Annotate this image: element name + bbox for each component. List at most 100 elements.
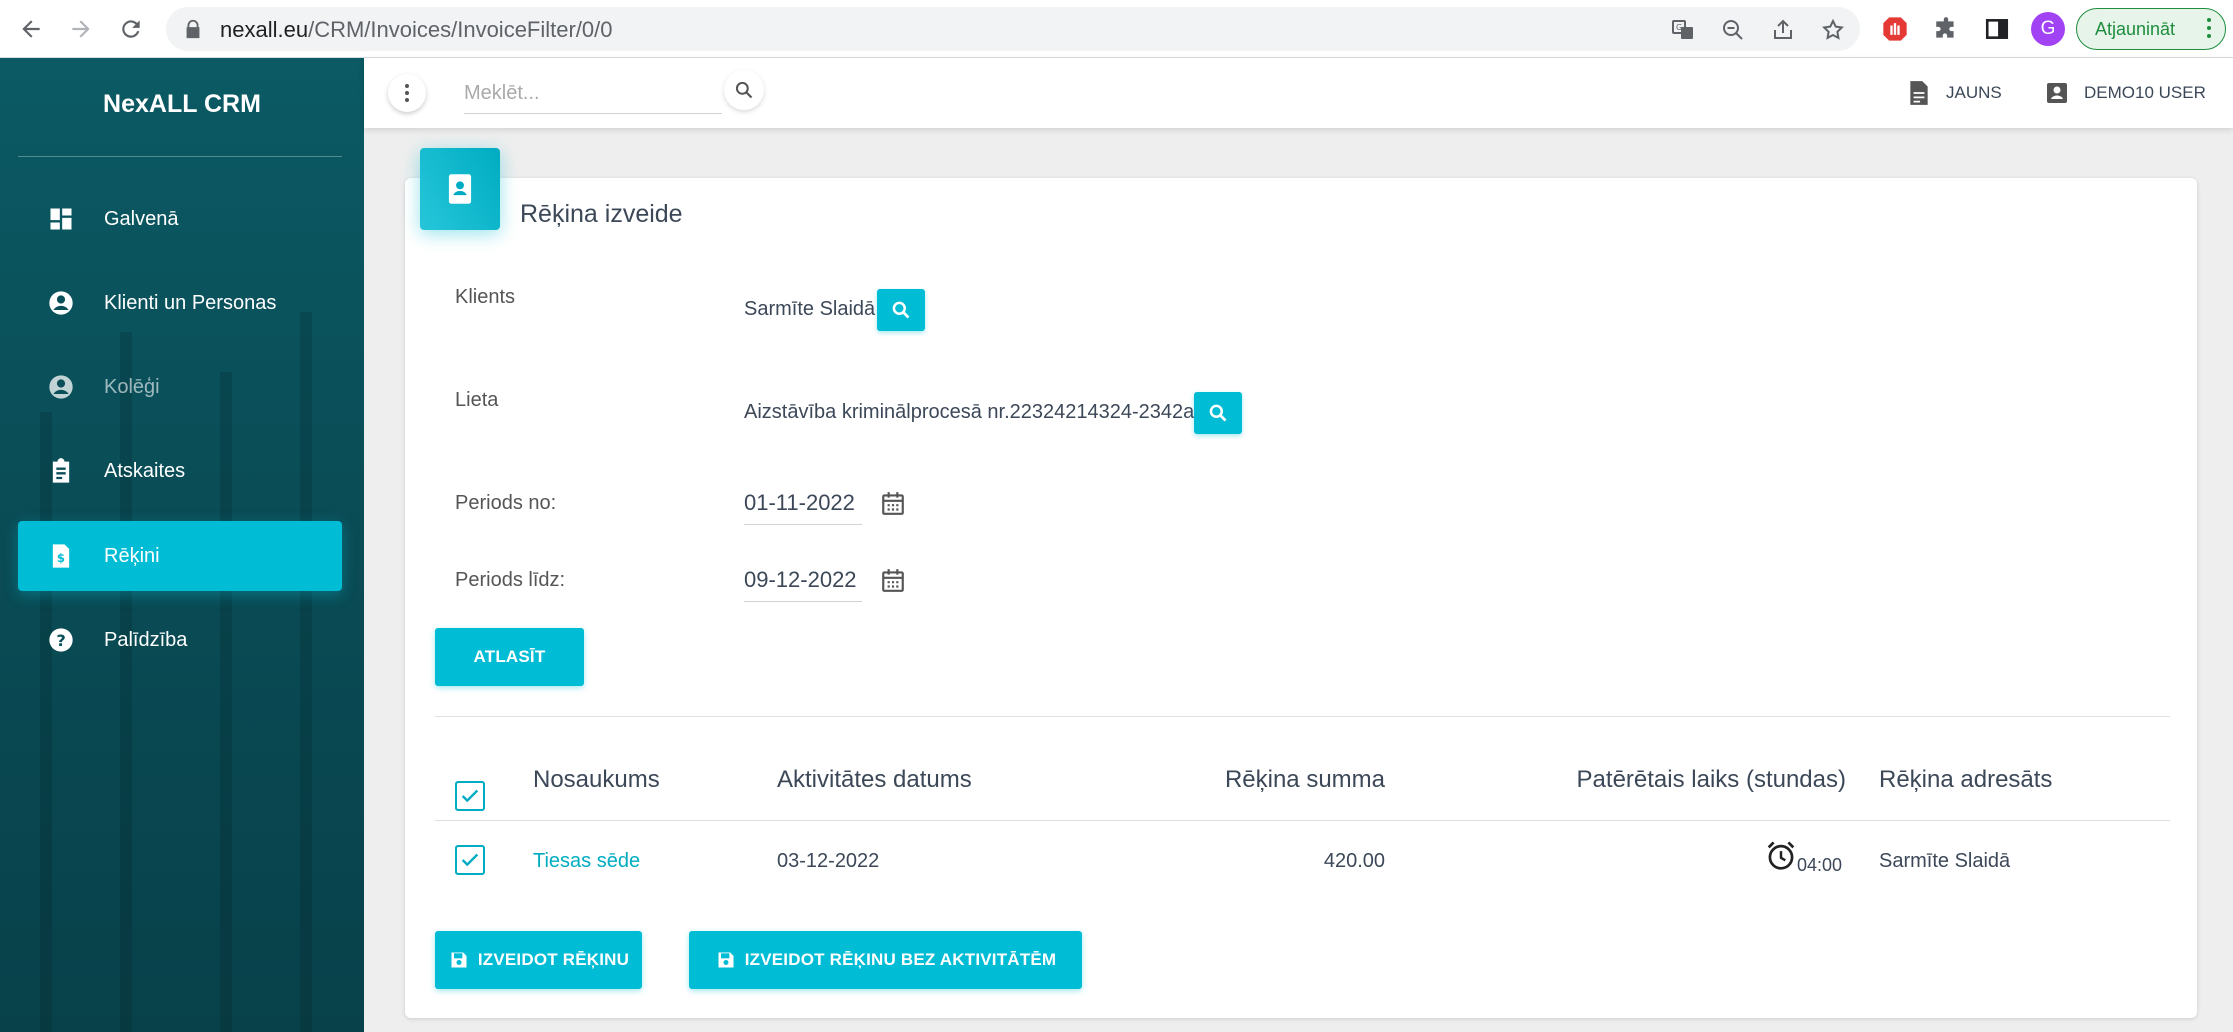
- sidebar-item-label: Atskaites: [104, 459, 186, 482]
- activity-date: 03-12-2022: [777, 850, 880, 872]
- activity-name-link[interactable]: Tiesas sēde: [533, 850, 640, 873]
- sidebar-item-rekini[interactable]: $ Rēķini: [18, 521, 342, 591]
- reload-icon: [122, 20, 140, 38]
- column-header-date[interactable]: Aktivitātes datums: [777, 766, 972, 794]
- sidebar-item-label: Klienti un Personas: [104, 291, 277, 314]
- invoice-recipient: Sarmīte Slaidā: [1879, 850, 2011, 872]
- new-label: JAUNS: [1946, 83, 2002, 102]
- lock-icon: [186, 19, 200, 39]
- sidebar-item-label: Palīdzība: [104, 628, 188, 651]
- translate-icon[interactable]: G: [1670, 17, 1696, 43]
- document-icon: [1906, 80, 1932, 106]
- user-label: DEMO10 USER: [2084, 83, 2206, 102]
- create-invoice-without-activities-label: IZVEIDOT RĒĶINU BEZ AKTIVITĀTĒM: [744, 950, 1057, 969]
- browser-toolbar: nexall.eu/CRM/Invoices/InvoiceFilter/0/0…: [0, 0, 2233, 58]
- sidebar-item-label: Kolēģi: [104, 375, 160, 398]
- period-from-label: Periods no:: [455, 492, 557, 514]
- save-icon: [715, 949, 737, 971]
- sidebar-item-kolegi[interactable]: Kolēģi: [18, 352, 342, 422]
- select-all-checkbox[interactable]: [455, 781, 485, 811]
- account-circle-icon: [46, 288, 76, 318]
- invoice-dollar-icon: $: [46, 541, 76, 571]
- period-to-input[interactable]: 09-12-2022: [744, 558, 862, 602]
- sidebar-item-label: Rēķini: [104, 544, 160, 567]
- card-header-icon: [420, 148, 500, 230]
- extensions-puzzle-icon[interactable]: [1931, 14, 1961, 44]
- clipboard-icon: [46, 456, 76, 486]
- adblock-extension-icon[interactable]: [1880, 14, 1910, 44]
- bookmark-star-icon[interactable]: [1820, 17, 1846, 43]
- user-menu[interactable]: DEMO10 USER: [2044, 76, 2206, 110]
- forward-button[interactable]: [62, 10, 100, 48]
- page-title: Rēķina izveide: [520, 200, 683, 228]
- search-icon: [892, 301, 910, 319]
- brand-divider: [18, 156, 342, 157]
- address-bar[interactable]: nexall.eu/CRM/Invoices/InvoiceFilter/0/0…: [166, 7, 1860, 51]
- user-card-icon: [2044, 80, 2070, 106]
- calendar-icon[interactable]: [880, 490, 906, 516]
- search-button[interactable]: [724, 70, 764, 110]
- column-header-recipient[interactable]: Rēķina adresāts: [1879, 766, 2052, 794]
- create-invoice-button[interactable]: IZVEIDOT RĒĶINU: [435, 931, 642, 989]
- account-circle-icon: [46, 372, 76, 402]
- top-app-bar: JAUNS DEMO10 USER: [364, 58, 2233, 128]
- sidebar-item-atskaites[interactable]: Atskaites: [18, 436, 342, 506]
- new-document-link[interactable]: JAUNS: [1906, 76, 2002, 110]
- svg-text:?: ?: [56, 631, 65, 650]
- filter-button-label: ATLASĪT: [473, 647, 546, 666]
- table-header-divider: [435, 820, 2170, 821]
- more-vertical-icon: [405, 84, 409, 102]
- search-icon: [735, 81, 753, 99]
- search-input[interactable]: [464, 74, 722, 114]
- svg-text:$: $: [57, 551, 65, 565]
- zoom-out-icon[interactable]: [1720, 17, 1746, 43]
- sidebar-item-klienti[interactable]: Klienti un Personas: [18, 268, 342, 338]
- url-host: nexall.eu: [220, 17, 309, 42]
- help-icon: ?: [46, 625, 76, 655]
- invoice-amount: 420.00: [1323, 850, 1385, 872]
- period-from-input[interactable]: 01-11-2022: [744, 481, 862, 525]
- brand-logo: NexALL CRM: [103, 90, 261, 118]
- sidebar-item-galvena[interactable]: Galvenā: [18, 184, 342, 254]
- case-value: Aizstāvība kriminālprocesā nr.2232421432…: [744, 401, 1195, 423]
- filter-button[interactable]: ATLASĪT: [435, 628, 584, 686]
- arrow-left-icon: [22, 20, 40, 38]
- case-label: Lieta: [455, 389, 499, 411]
- row-checkbox[interactable]: [455, 845, 485, 875]
- more-vertical-icon: [2207, 18, 2211, 38]
- svg-text:G: G: [1676, 23, 1682, 32]
- browser-update-button[interactable]: Atjaunināt: [2076, 8, 2226, 50]
- contact-card-icon: [448, 174, 472, 204]
- calendar-icon[interactable]: [880, 567, 906, 593]
- period-to-label: Periods līdz:: [455, 569, 566, 591]
- arrow-right-icon: [72, 20, 90, 38]
- search-icon: [1209, 404, 1227, 422]
- sidebar-toggle-button[interactable]: [388, 74, 426, 112]
- client-value: Sarmīte Slaidā: [744, 298, 876, 320]
- invoice-create-card: [405, 178, 2197, 1018]
- alarm-clock-icon: [1767, 841, 1795, 870]
- section-divider: [435, 716, 2170, 717]
- client-label: Klients: [455, 286, 516, 308]
- dashboard-icon: [46, 204, 76, 234]
- checkmark-icon: [461, 789, 479, 803]
- client-search-button[interactable]: [877, 289, 925, 331]
- case-search-button[interactable]: [1194, 392, 1242, 434]
- reload-button[interactable]: [112, 10, 150, 48]
- column-header-time[interactable]: Patērētais laiks (stundas): [1500, 766, 1846, 794]
- column-header-amount[interactable]: Rēķina summa: [1150, 766, 1385, 794]
- save-icon: [448, 949, 470, 971]
- create-invoice-without-activities-button[interactable]: IZVEIDOT RĒĶINU BEZ AKTIVITĀTĒM: [689, 931, 1082, 989]
- checkmark-icon: [461, 853, 479, 867]
- url-path: /CRM/Invoices/InvoiceFilter/0/0: [308, 17, 613, 42]
- share-icon[interactable]: [1770, 17, 1796, 43]
- sidebar-item-label: Galvenā: [104, 207, 179, 230]
- side-panel-icon[interactable]: [1982, 14, 2012, 44]
- spent-time: 04:00: [1797, 855, 1843, 875]
- create-invoice-label: IZVEIDOT RĒĶINU: [477, 950, 630, 969]
- column-header-name[interactable]: Nosaukums: [533, 766, 660, 794]
- back-button[interactable]: [12, 10, 50, 48]
- profile-avatar[interactable]: G: [2031, 12, 2065, 46]
- sidebar-item-palidziba[interactable]: ? Palīdzība: [18, 605, 342, 675]
- update-label: Atjaunināt: [2095, 18, 2176, 39]
